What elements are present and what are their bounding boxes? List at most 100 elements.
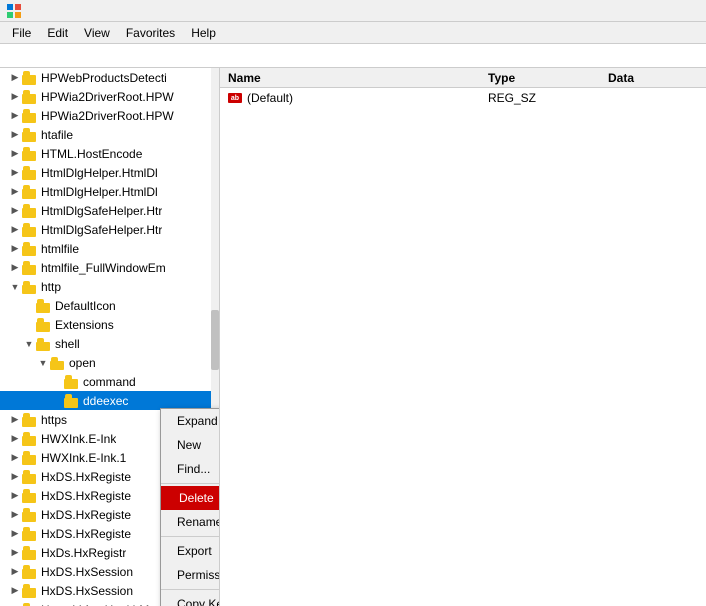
- tree-item[interactable]: ▶ htmlfile_FullWindowEm: [0, 258, 219, 277]
- folder-icon: [22, 451, 38, 465]
- collapse-icon[interactable]: ▼: [8, 280, 22, 294]
- expand-icon[interactable]: ▶: [8, 261, 22, 275]
- folder-icon: [64, 375, 80, 389]
- folder-icon: [22, 185, 38, 199]
- tree-item[interactable]: ▼http: [0, 277, 219, 296]
- expand-icon[interactable]: ▶: [8, 166, 22, 180]
- folder-icon: [22, 565, 38, 579]
- tree-item[interactable]: ▼open: [0, 353, 219, 372]
- tree-item[interactable]: Extensions: [0, 315, 219, 334]
- folder-icon: [22, 223, 38, 237]
- menu-view[interactable]: View: [76, 24, 118, 42]
- expand-icon[interactable]: ▶: [8, 242, 22, 256]
- col-header-type: Type: [480, 68, 600, 87]
- cell-type: REG_SZ: [480, 91, 600, 105]
- collapse-icon[interactable]: ▼: [22, 337, 36, 351]
- menu-file[interactable]: File: [4, 24, 39, 42]
- context-menu-item-permissions[interactable]: Permissions...: [161, 563, 220, 587]
- tree-item-label: HxDS.HxSession: [41, 565, 133, 579]
- expand-icon[interactable]: ▶: [8, 508, 22, 522]
- expand-icon[interactable]: ▶: [8, 185, 22, 199]
- context-menu-item-expand[interactable]: Expand: [161, 409, 220, 433]
- expand-icon[interactable]: [22, 299, 36, 313]
- context-menu-item-export[interactable]: Export: [161, 539, 220, 563]
- tree-item-label: HPWia2DriverRoot.HPW: [41, 90, 174, 104]
- tree-item-label: HxDS.HxRegiste: [41, 489, 131, 503]
- tree-item[interactable]: ▶ HPWebProductsDetecti: [0, 68, 219, 87]
- expand-icon[interactable]: ▶: [8, 565, 22, 579]
- tree-item-label: command: [83, 375, 136, 389]
- tree-item-label: HxDs.HxRegistr: [41, 546, 126, 560]
- tree-item-label: HPWebProductsDetecti: [41, 71, 167, 85]
- tree-item[interactable]: ▶ htmlfile: [0, 239, 219, 258]
- folder-icon: [22, 261, 38, 275]
- tree-item[interactable]: ▶htafile: [0, 125, 219, 144]
- app-icon: [6, 3, 22, 19]
- expand-icon[interactable]: ▶: [8, 204, 22, 218]
- folder-icon: [22, 71, 38, 85]
- expand-icon[interactable]: [50, 394, 64, 408]
- expand-icon[interactable]: [22, 318, 36, 332]
- menu-separator: [161, 589, 220, 590]
- tree-item-label: HtmlDlgHelper.HtmlDl: [41, 166, 158, 180]
- tree-item-label: HTML.HostEncode: [41, 147, 142, 161]
- context-menu-item-copykey[interactable]: Copy Key Name: [161, 592, 220, 606]
- folder-icon: [22, 90, 38, 104]
- tree-item[interactable]: ▶ HPWia2DriverRoot.HPW: [0, 106, 219, 125]
- folder-icon: [22, 280, 38, 294]
- tree-item-label: https: [41, 413, 67, 427]
- expand-icon[interactable]: ▶: [8, 489, 22, 503]
- expand-icon[interactable]: ▶: [8, 546, 22, 560]
- expand-icon[interactable]: ▶: [8, 90, 22, 104]
- folder-icon: [36, 318, 52, 332]
- context-menu-item-find[interactable]: Find...: [161, 457, 220, 481]
- tree-item-label: HtmlDlgHelper.HtmlDl: [41, 185, 158, 199]
- context-menu-item-rename[interactable]: Rename: [161, 510, 220, 534]
- tree-item[interactable]: ▶ HPWia2DriverRoot.HPW: [0, 87, 219, 106]
- expand-icon[interactable]: ▶: [8, 451, 22, 465]
- expand-icon[interactable]: [50, 375, 64, 389]
- expand-icon[interactable]: ▶: [8, 71, 22, 85]
- tree-item-label: htmlfile: [41, 242, 79, 256]
- tree-item[interactable]: ▶ HtmlDlgHelper.HtmlDl: [0, 163, 219, 182]
- menu-edit[interactable]: Edit: [39, 24, 76, 42]
- folder-icon: [22, 128, 38, 142]
- folder-icon: [64, 394, 80, 408]
- menu-favorites[interactable]: Favorites: [118, 24, 183, 42]
- scrollbar-thumb[interactable]: [211, 310, 219, 370]
- context-menu: ExpandNew▶Find... Delete↖Rename ExportPerm…: [160, 408, 220, 606]
- tree-item-label: ddeexec: [83, 394, 128, 408]
- expand-icon[interactable]: ▶: [8, 147, 22, 161]
- tree-item[interactable]: ▼shell: [0, 334, 219, 353]
- tree-item[interactable]: DefaultIcon: [0, 296, 219, 315]
- expand-icon[interactable]: ▶: [8, 584, 22, 598]
- folder-icon: [22, 204, 38, 218]
- tree-item-label: htmlfile_FullWindowEm: [41, 261, 166, 275]
- tree-item-label: HxDS.HxRegiste: [41, 508, 131, 522]
- expand-icon[interactable]: ▶: [8, 432, 22, 446]
- ab-icon: ab: [228, 93, 242, 103]
- context-menu-item-new[interactable]: New▶: [161, 433, 220, 457]
- tree-item[interactable]: ▶ HTML.HostEncode: [0, 144, 219, 163]
- folder-icon: [36, 299, 52, 313]
- expand-icon[interactable]: ▶: [8, 527, 22, 541]
- registry-row[interactable]: ab(Default)REG_SZ: [220, 88, 706, 108]
- collapse-icon[interactable]: ▼: [36, 356, 50, 370]
- expand-icon[interactable]: ▶: [8, 223, 22, 237]
- folder-icon: [22, 470, 38, 484]
- expand-icon[interactable]: ▶: [8, 470, 22, 484]
- tree-item[interactable]: ▶ HtmlDlgSafeHelper.Htr: [0, 201, 219, 220]
- expand-icon[interactable]: ▶: [8, 603, 22, 606]
- expand-icon[interactable]: ▶: [8, 128, 22, 142]
- context-menu-item-delete[interactable]: Delete↖: [161, 486, 220, 510]
- tree-item-label: HtmlDlgSafeHelper.Htr: [41, 204, 162, 218]
- tree-item-label: HPWia2DriverRoot.HPW: [41, 109, 174, 123]
- tree-item[interactable]: ▶HtmlDlgSafeHelper.Htr: [0, 220, 219, 239]
- expand-icon[interactable]: ▶: [8, 109, 22, 123]
- tree-item[interactable]: ▶ HtmlDlgHelper.HtmlDl: [0, 182, 219, 201]
- tree-item[interactable]: command: [0, 372, 219, 391]
- expand-icon[interactable]: ▶: [8, 413, 22, 427]
- menu-help[interactable]: Help: [183, 24, 224, 42]
- tree-item-label: HWXInk.E-Ink.1: [41, 451, 126, 465]
- folder-icon: [22, 527, 38, 541]
